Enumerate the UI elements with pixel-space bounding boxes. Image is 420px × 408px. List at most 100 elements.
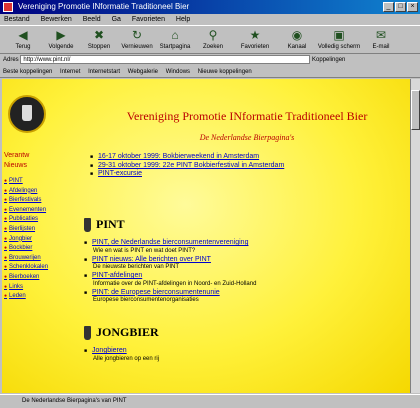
channel-icon: ◉ [291, 28, 303, 42]
event-link[interactable]: PINT-excursie [98, 170, 142, 177]
address-bar: Adres http://www.pint.nl/ Koppelingen [0, 54, 420, 66]
link-item[interactable]: Beste koppelingen [3, 69, 52, 75]
pint-heading-text: PINT [96, 217, 125, 231]
jongbier-link[interactable]: Jongbieren [92, 347, 127, 354]
beer-glass-icon [84, 326, 91, 340]
pint-link[interactable]: PINT: de Europese bierconsumentenunie [92, 289, 220, 296]
stop-button[interactable]: ✖ Stoppen [80, 26, 118, 53]
sidebar-nav: Verantw Nieuws PINT Afdelingen Bierfesti… [4, 151, 52, 302]
sidebar-link[interactable]: Schenklokalen [4, 263, 52, 273]
sidebar-link[interactable]: Evenementen [4, 206, 52, 216]
status-text: De Nederlandse Bierpagina's van PINT [22, 398, 127, 404]
event-link[interactable]: 29-31 oktober 1999: 22e PINT Bokbierfest… [98, 162, 284, 169]
home-label: Startpagina [159, 44, 191, 50]
sidebar-link[interactable]: Bockbier [4, 244, 52, 254]
pint-list: PINT, de Nederlandse bierconsumentenvere… [84, 239, 384, 305]
search-button[interactable]: ⚲ Zoeken [194, 26, 232, 53]
sidebar-link[interactable]: Links [4, 283, 52, 293]
event-list: 16-17 oktober 1999: Bokbierweekend in Am… [90, 153, 390, 179]
vertical-scrollbar[interactable] [410, 79, 420, 393]
sidebar-link[interactable]: Leden [4, 292, 52, 302]
sidebar-link[interactable]: Bierlijsten [4, 225, 52, 235]
stop-icon: ✖ [93, 28, 105, 42]
link-item[interactable]: Internet [60, 69, 80, 75]
menu-help[interactable]: Help [176, 16, 190, 23]
back-button[interactable]: ◀ Terug [4, 26, 42, 53]
pint-logo [8, 95, 46, 133]
fullscreen-label: Volledig scherm [317, 44, 361, 50]
favorites-button[interactable]: ★ Favorieten [232, 26, 278, 53]
web-content: Verantw Nieuws PINT Afdelingen Bierfesti… [2, 79, 410, 393]
home-button[interactable]: ⌂ Startpagina [156, 26, 194, 53]
links-toggle[interactable]: Koppelingen [312, 57, 345, 63]
sidebar-link[interactable]: Jongbier [4, 235, 52, 245]
scrollbar-thumb[interactable] [411, 90, 420, 130]
link-item[interactable]: Webgalerie [128, 69, 158, 75]
menu-beeld[interactable]: Beeld [83, 16, 101, 23]
address-input[interactable]: http://www.pint.nl/ [20, 54, 311, 64]
pint-desc: De nieuwste berichten van PINT [93, 264, 180, 270]
close-button[interactable]: × [407, 2, 418, 12]
address-label: Adres [3, 57, 19, 63]
status-bar: De Nederlandse Bierpagina's van PINT [0, 394, 420, 407]
menu-ga[interactable]: Ga [112, 16, 121, 23]
mail-button[interactable]: ✉ E-mail [362, 26, 400, 53]
pint-desc: Europese bierconsumentenorganisaties [93, 297, 199, 303]
sidebar-main-link[interactable]: Verantw [4, 151, 52, 161]
refresh-label: Vernieuwen [121, 44, 153, 50]
jongbier-desc: Alle jongbieren op een rij [93, 355, 160, 362]
refresh-icon: ↻ [131, 28, 143, 42]
links-bar: Beste koppelingen Internet Internetstart… [0, 66, 420, 78]
list-item: 29-31 oktober 1999: 22e PINT Bokbierfest… [90, 162, 390, 171]
sidebar-link[interactable]: PINT [4, 177, 52, 187]
list-item: PINT: de Europese bierconsumentenunieEur… [84, 289, 384, 305]
sidebar-link[interactable]: Bierboeken [4, 273, 52, 283]
sidebar-link[interactable]: Bierfestivals [4, 196, 52, 206]
pint-link[interactable]: PINT-afdelingen [92, 272, 142, 279]
jongbier-heading-text: JONGBIER [96, 325, 159, 339]
page-subtitle: De Nederlandse Bierpagina's [199, 133, 295, 142]
window-title: Vereniging Promotie INformatie Tradition… [18, 2, 190, 11]
minimize-button[interactable]: _ [383, 2, 394, 12]
sidebar-link[interactable]: Publicaties [4, 215, 52, 225]
jongbier-heading: JONGBIER [84, 325, 159, 340]
list-item: JongbierenAlle jongbieren op een rij [84, 347, 384, 363]
forward-label: Volgende [48, 44, 74, 50]
channel-button[interactable]: ◉ Kanaal [278, 26, 316, 53]
list-item: 16-17 oktober 1999: Bokbierweekend in Am… [90, 153, 390, 162]
pint-link[interactable]: PINT nieuws: Alle berichten over PINT [92, 256, 211, 263]
sidebar-main-link[interactable]: Nieuws [4, 161, 52, 171]
back-label: Terug [15, 44, 31, 50]
sidebar-link[interactable]: Afdelingen [4, 187, 52, 197]
pint-desc: Informatie over de PINT-afdelingen in No… [93, 280, 257, 287]
menu-bar: Bestand Bewerken Beeld Ga Favorieten Hel… [0, 14, 420, 25]
channel-label: Kanaal [287, 44, 307, 50]
favorites-label: Favorieten [240, 44, 270, 50]
stop-label: Stoppen [87, 44, 111, 50]
forward-button[interactable]: ▶ Volgende [42, 26, 80, 53]
back-icon: ◀ [18, 28, 28, 42]
menu-favorieten[interactable]: Favorieten [132, 16, 165, 23]
title-bar: Vereniging Promotie INformatie Tradition… [0, 0, 420, 14]
event-link[interactable]: 16-17 oktober 1999: Bokbierweekend in Am… [98, 153, 259, 160]
jongbier-list: JongbierenAlle jongbieren op een rij [84, 347, 384, 363]
favorites-icon: ★ [249, 28, 261, 42]
link-item[interactable]: Windows [166, 69, 190, 75]
search-label: Zoeken [202, 44, 223, 50]
fullscreen-button[interactable]: ▣ Volledig scherm [316, 26, 362, 53]
sidebar-link[interactable]: Brouwerijen [4, 254, 52, 264]
pint-link[interactable]: PINT, de Nederlandse bierconsumentenvere… [92, 239, 248, 246]
maximize-button[interactable]: □ [395, 2, 406, 12]
search-icon: ⚲ [208, 28, 218, 42]
forward-icon: ▶ [56, 28, 66, 42]
list-item: PINT-afdelingenInformatie over de PINT-a… [84, 272, 384, 288]
menu-bestand[interactable]: Bestand [4, 16, 30, 23]
link-item[interactable]: Internetstart [88, 69, 120, 75]
list-item: PINT nieuws: Alle berichten over PINTDe … [84, 256, 384, 272]
link-item[interactable]: Nieuwe koppelingen [198, 69, 252, 75]
pint-heading: PINT [84, 217, 125, 232]
mail-label: E-mail [372, 44, 390, 50]
menu-bewerken[interactable]: Bewerken [41, 16, 72, 23]
refresh-button[interactable]: ↻ Vernieuwen [118, 26, 156, 53]
browser-icon [3, 2, 13, 12]
